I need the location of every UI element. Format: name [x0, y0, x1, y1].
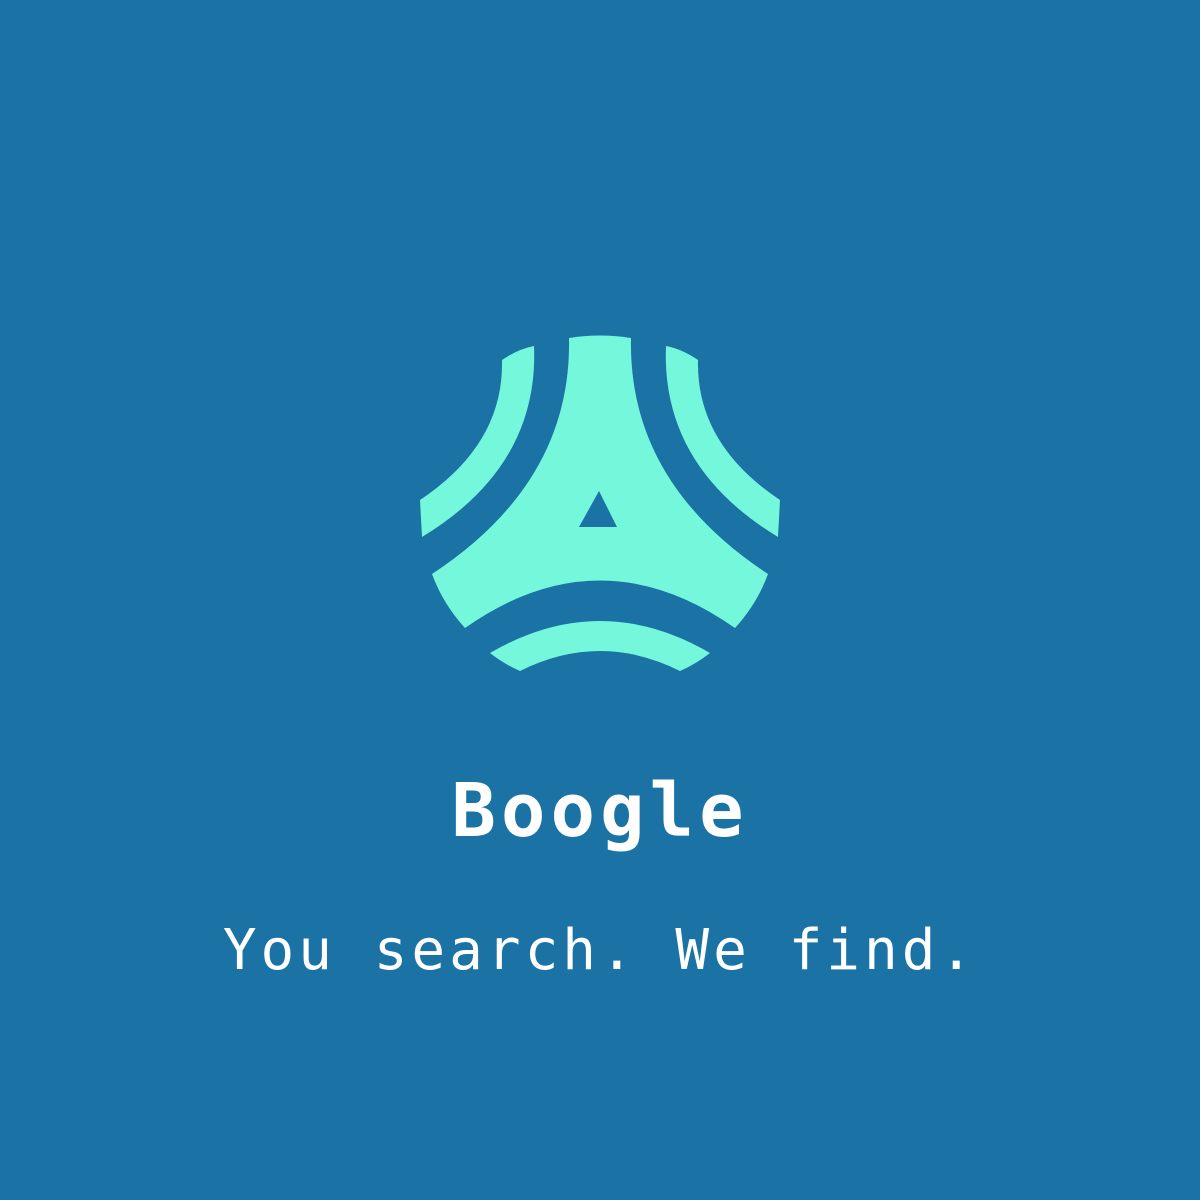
boogle-logo-icon [418, 335, 782, 673]
brand-name: Boogle [451, 768, 749, 854]
splash-screen: Boogle You search. We find. [0, 0, 1200, 1200]
logo-bottom-arc [490, 621, 710, 671]
logo-mark [420, 335, 780, 671]
brand-tagline: You search. We find. [222, 918, 978, 983]
